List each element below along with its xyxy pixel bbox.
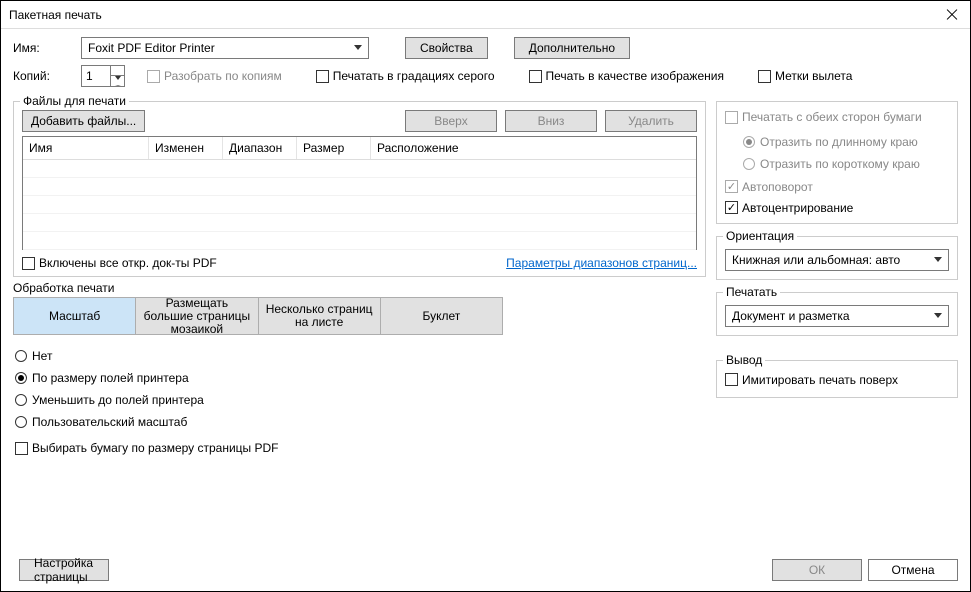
page-setup-button[interactable]: Настройка страницы xyxy=(19,559,109,581)
handling-legend: Обработка печати xyxy=(13,281,706,295)
col-name[interactable]: Имя xyxy=(23,137,149,159)
auto-rotate-checkbox: Автоповорот xyxy=(725,180,813,194)
chevron-down-icon xyxy=(934,257,942,262)
tab-multi[interactable]: Несколько страниц на листе xyxy=(259,298,381,334)
bleed-marks-checkbox[interactable]: Метки вылета xyxy=(758,69,853,83)
close-icon[interactable] xyxy=(948,8,962,22)
copies-input[interactable]: 1 xyxy=(81,65,125,87)
output-legend: Вывод xyxy=(723,353,765,367)
orientation-value: Книжная или альбомная: авто xyxy=(732,253,924,267)
orientation-legend: Ориентация xyxy=(723,229,797,243)
tab-tile[interactable]: Размещать большие страницы мозаикой xyxy=(136,298,258,334)
printer-name-value: Foxit PDF Editor Printer xyxy=(88,41,215,55)
simulate-overprint-checkbox[interactable]: Имитировать печать поверх xyxy=(725,373,898,387)
tab-booklet[interactable]: Буклет xyxy=(381,298,502,334)
orientation-select[interactable]: Книжная или альбомная: авто xyxy=(725,249,949,271)
page-range-link[interactable]: Параметры диапазонов страниц... xyxy=(506,256,697,270)
col-size[interactable]: Размер xyxy=(297,137,371,159)
printer-name-label: Имя: xyxy=(13,41,73,55)
tab-scale[interactable]: Масштаб xyxy=(14,298,136,334)
properties-button[interactable]: Свойства xyxy=(405,37,488,59)
include-open-checkbox[interactable]: Включены все откр. док-ты PDF xyxy=(22,256,217,270)
copies-value: 1 xyxy=(86,69,93,83)
window-title: Пакетная печать xyxy=(9,8,948,22)
copies-label: Копий: xyxy=(13,69,73,83)
grayscale-checkbox[interactable]: Печатать в градациях серого xyxy=(316,69,495,83)
radio-fit[interactable]: По размеру полей принтера xyxy=(15,371,704,385)
printer-name-select[interactable]: Foxit PDF Editor Printer xyxy=(81,37,369,59)
as-image-checkbox[interactable]: Печать в качестве изображения xyxy=(529,69,724,83)
advanced-button[interactable]: Дополнительно xyxy=(514,37,630,59)
add-files-button[interactable]: Добавить файлы... xyxy=(22,110,145,132)
print-what-value: Документ и разметка xyxy=(732,309,850,323)
print-what-legend: Печатать xyxy=(723,285,780,299)
duplex-checkbox: Печатать с обеих сторон бумаги xyxy=(725,110,922,124)
spin-down-icon[interactable] xyxy=(115,76,121,86)
files-table[interactable]: Имя Изменен Диапазон Размер Расположение xyxy=(22,136,697,250)
move-down-button[interactable]: Вниз xyxy=(505,110,597,132)
col-range[interactable]: Диапазон xyxy=(223,137,297,159)
col-location[interactable]: Расположение xyxy=(371,137,696,159)
chevron-down-icon xyxy=(934,313,942,318)
spin-up-icon[interactable] xyxy=(115,66,121,76)
flip-long-radio: Отразить по длинному краю xyxy=(743,135,949,149)
radio-none[interactable]: Нет xyxy=(15,349,704,363)
radio-shrink[interactable]: Уменьшить до полей принтера xyxy=(15,393,704,407)
files-legend: Файлы для печати xyxy=(20,94,129,108)
flip-short-radio: Отразить по короткому краю xyxy=(743,157,949,171)
radio-custom[interactable]: Пользовательский масштаб xyxy=(15,415,704,429)
auto-center-checkbox[interactable]: Автоцентрирование xyxy=(725,201,853,215)
col-modified[interactable]: Изменен xyxy=(149,137,223,159)
collate-checkbox: Разобрать по копиям xyxy=(147,69,282,83)
move-up-button[interactable]: Вверх xyxy=(405,110,497,132)
delete-button[interactable]: Удалить xyxy=(605,110,697,132)
choose-paper-checkbox[interactable]: Выбирать бумагу по размеру страницы PDF xyxy=(15,441,279,455)
ok-button[interactable]: ОК xyxy=(772,559,862,581)
cancel-button[interactable]: Отмена xyxy=(868,559,958,581)
print-what-select[interactable]: Документ и разметка xyxy=(725,305,949,327)
chevron-down-icon xyxy=(354,45,362,50)
